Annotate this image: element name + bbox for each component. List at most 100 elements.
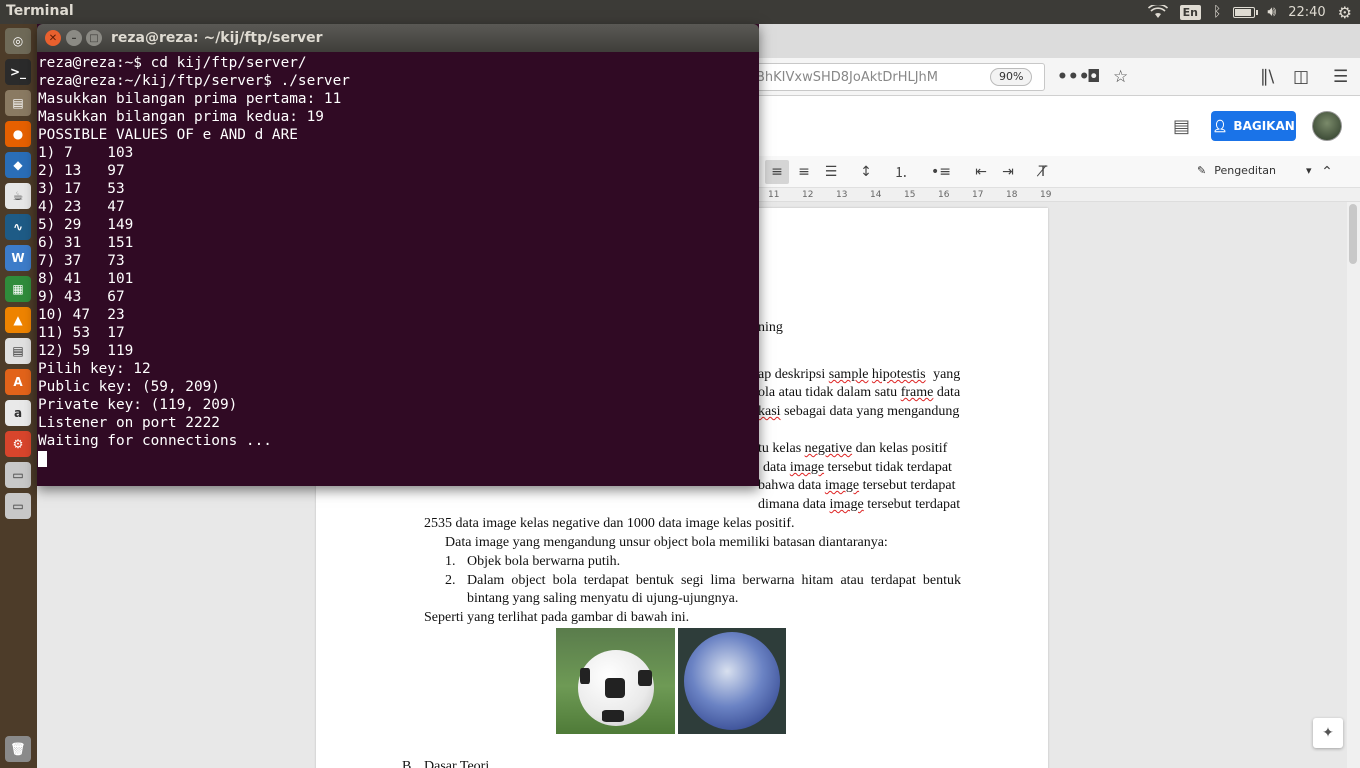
terminal-cursor-line (38, 450, 756, 468)
bluetooth-icon[interactable]: ᛒ (1213, 4, 1221, 20)
launcher-drive2-icon[interactable]: ▭ (5, 493, 31, 519)
ruler-number: 13 (836, 190, 848, 200)
align-right-icon[interactable]: ≡ (792, 160, 816, 184)
maximize-icon[interactable]: □ (86, 30, 102, 46)
white-soccer-ball-image (556, 628, 675, 734)
line-spacing-icon[interactable]: ↕ (854, 160, 878, 184)
doc-text: image (829, 497, 864, 512)
align-justify-icon[interactable]: ☰ (819, 160, 843, 184)
doc-text: dan kelas positif (855, 441, 948, 456)
share-button[interactable]: 👤︎ BAGIKAN (1211, 111, 1296, 141)
launcher-document-icon[interactable]: ▤ (5, 338, 31, 364)
editing-mode-dropdown[interactable]: ✎ Pengeditan ▾ (1197, 164, 1312, 177)
bookmark-star-icon[interactable]: ☆ (1113, 67, 1128, 87)
doc-text: kasi (758, 404, 781, 419)
ruler-number: 14 (870, 190, 882, 200)
explore-icon[interactable]: ✦ (1313, 718, 1343, 748)
wifi-icon[interactable] (1147, 5, 1168, 19)
top-panel: Terminal En ᛒ 🔊︎ 22:40 ⚙ (0, 0, 1360, 24)
page-actions-icon[interactable]: ••• (1057, 67, 1090, 87)
battery-level (1235, 8, 1251, 16)
doc-text: data (763, 460, 787, 475)
terminal-line: 3) 17 53 (38, 181, 125, 197)
doc-text: bintang yang saling menyatu di ujung-uju… (467, 591, 739, 606)
doc-text: bahwa data (758, 478, 822, 493)
launcher: ◎ >_ ▤ ● ◆ ☕ ∿ W ▦ ▲ ▤ Aa ⚙ ▭ ▭ 🗑 (0, 24, 37, 768)
align-center-icon[interactable]: ≡ (765, 160, 789, 184)
launcher-writer-icon[interactable]: W (5, 245, 31, 271)
launcher-files-icon[interactable]: ▤ (5, 90, 31, 116)
ruler-number: 19 (1040, 190, 1052, 200)
blue-star-soccer-ball-image (678, 628, 786, 734)
doc-text: sebagai data yang mengandung (784, 404, 960, 419)
settings-icon[interactable]: ⚙ (1338, 3, 1352, 22)
list-number: 2. (445, 573, 456, 588)
volume-icon[interactable]: 🔊︎ (1267, 4, 1276, 20)
ruler-number: 18 (1006, 190, 1018, 200)
doc-text: data (936, 385, 961, 400)
terminal-titlebar[interactable]: ✕ – □ reza@reza: ~/kij/ftp/server (37, 24, 759, 52)
launcher-java-icon[interactable]: ☕ (5, 183, 31, 209)
clock[interactable]: 22:40 (1288, 5, 1325, 20)
text-cursor (38, 451, 47, 467)
launcher-system-settings-icon[interactable]: ⚙ (5, 431, 31, 457)
doc-text: Seperti yang terlihat pada gambar di baw… (424, 610, 690, 625)
doc-text: ap deskripsi (758, 367, 826, 382)
launcher-vscode-icon[interactable]: ◆ (5, 152, 31, 178)
launcher-trash-icon[interactable]: 🗑 (5, 736, 31, 762)
doc-text: Dalam object bola terdapat bentuk segi l… (467, 573, 961, 588)
increase-indent-icon[interactable]: ⇥ (996, 160, 1020, 184)
launcher-firefox-icon[interactable]: ● (5, 121, 31, 147)
doc-text: tersebut tidak terdapat (827, 460, 952, 475)
library-icon[interactable]: ∥\ (1260, 67, 1274, 87)
launcher-calc-icon[interactable]: ▦ (5, 276, 31, 302)
keyboard-language-indicator[interactable]: En (1179, 4, 1201, 20)
terminal-line: Public key: (59, 209) (38, 379, 220, 395)
scrollbar-thumb[interactable] (1349, 204, 1357, 264)
comment-icon[interactable]: ▤ (1173, 116, 1190, 137)
active-app-title: Terminal (6, 3, 74, 19)
sidebar-icon[interactable]: ◫ (1293, 67, 1309, 87)
launcher-amazon-icon[interactable]: a (5, 400, 31, 426)
terminal-line: 11) 53 17 (38, 325, 125, 341)
vertical-scrollbar[interactable] (1347, 202, 1360, 768)
zoom-level[interactable]: 90% (990, 68, 1033, 86)
avatar[interactable] (1312, 111, 1342, 141)
doc-text: hipotestis (871, 367, 926, 382)
numbered-list-icon[interactable]: ⒈ (889, 160, 913, 184)
doc-text: Objek bola berwarna putih. (467, 554, 621, 569)
clear-formatting-icon[interactable]: T̸ (1031, 160, 1055, 184)
menu-icon[interactable]: ☰ (1333, 67, 1348, 87)
ruler-number: 12 (802, 190, 814, 200)
launcher-terminal-icon[interactable]: >_ (5, 59, 31, 85)
collapse-toolbar-icon[interactable]: ⌃ (1315, 160, 1339, 184)
doc-text: 2535 data image kelas negative dan 1000 … (424, 516, 795, 531)
terminal-line: 8) 41 101 (38, 271, 134, 287)
battery-icon[interactable] (1233, 6, 1259, 18)
launcher-vlc-icon[interactable]: ▲ (5, 307, 31, 333)
launcher-software-icon[interactable]: A (5, 369, 31, 395)
close-icon[interactable]: ✕ (45, 30, 61, 46)
doc-text: yang (933, 367, 961, 382)
terminal-line: 6) 31 151 (38, 235, 134, 251)
heading-letter: B. (402, 759, 415, 768)
window-title: reza@reza: ~/kij/ftp/server (111, 30, 323, 46)
bulleted-list-icon[interactable]: •≡ (929, 160, 953, 184)
terminal-line: reza@reza:~/kij/ftp/server$ ./server (38, 73, 350, 89)
terminal-output[interactable]: reza@reza:~$ cd kij/ftp/server/reza@reza… (38, 54, 756, 484)
launcher-drive1-icon[interactable]: ▭ (5, 462, 31, 488)
terminal-line: POSSIBLE VALUES OF e AND d ARE (38, 127, 298, 143)
terminal-line: Masukkan bilangan prima kedua: 19 (38, 109, 324, 125)
pencil-icon: ✎ (1197, 164, 1207, 177)
terminal-line: 9) 43 67 (38, 289, 125, 305)
terminal-line: reza@reza:~$ cd kij/ftp/server/ (38, 55, 307, 71)
launcher-dash-icon[interactable]: ◎ (5, 28, 31, 54)
system-tray: En ᛒ 🔊︎ 22:40 ⚙ (1147, 2, 1352, 22)
chevron-down-icon: ▾ (1306, 164, 1312, 177)
decrease-indent-icon[interactable]: ⇤ (969, 160, 993, 184)
launcher-monitor-icon[interactable]: ∿ (5, 214, 31, 240)
doc-text: image (789, 460, 825, 475)
minimize-icon[interactable]: – (66, 30, 82, 46)
pocket-icon[interactable]: ◘ (1087, 67, 1100, 87)
terminal-window[interactable]: ✕ – □ reza@reza: ~/kij/ftp/server reza@r… (37, 24, 759, 486)
